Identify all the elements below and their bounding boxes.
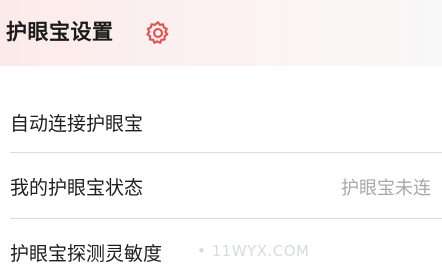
setting-row-status[interactable]: 我的护眼宝状态 护眼宝未连 <box>0 153 442 218</box>
header-bar: 护眼宝设置 <box>0 0 442 66</box>
page-title: 护眼宝设置 <box>6 20 114 44</box>
setting-label-sensitivity: 护眼宝探测灵敏度 <box>10 243 163 265</box>
setting-row-auto-connect[interactable]: 自动连接护眼宝 <box>0 92 442 152</box>
watermark: • 11WYX.COM <box>197 242 310 260</box>
setting-label-auto-connect: 自动连接护眼宝 <box>10 113 144 135</box>
setting-value-status: 护眼宝未连 <box>341 178 431 199</box>
setting-label-status: 我的护眼宝状态 <box>10 177 144 199</box>
gear-icon[interactable] <box>144 19 172 47</box>
